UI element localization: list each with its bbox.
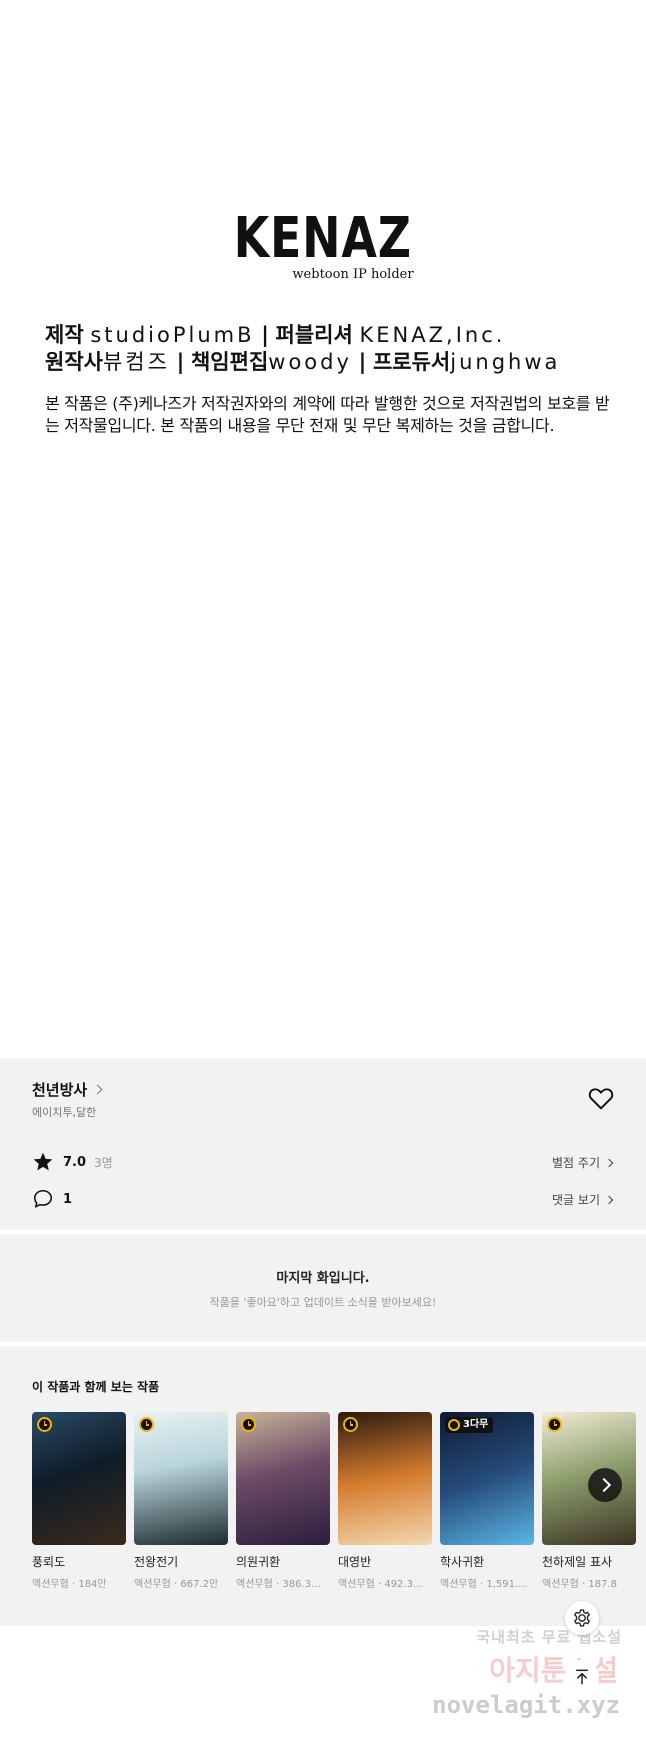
card-meta: 액션무협 · 386.3... [236, 1579, 321, 1590]
rating-row: 7.0 3명 [32, 1151, 113, 1173]
carousel-next-button[interactable] [588, 1468, 622, 1502]
clock-icon [37, 1417, 52, 1432]
credit-label-original: 원작사 [45, 350, 103, 374]
cover-image: 3다무 [440, 1412, 534, 1545]
gear-icon [574, 1609, 590, 1627]
credits-panel: KENAZ webtoon IP holder 제작 studioPlumB |… [0, 0, 646, 1058]
star-icon [33, 1152, 53, 1171]
last-episode-notice: 마지막 화입니다. 작품을 '좋아요'하고 업데이트 소식을 받아보세요! [0, 1234, 646, 1342]
clock-icon [241, 1417, 256, 1432]
rate-button-label: 별점 주기 [552, 1156, 600, 1170]
heart-icon[interactable] [588, 1086, 614, 1110]
credit-separator: | [358, 350, 367, 374]
clock-icon [139, 1417, 154, 1432]
series-title-link[interactable]: 천년방사 [32, 1079, 103, 1100]
clock-icon [448, 1419, 460, 1431]
card-meta: 액션무협 · 1,591.... [440, 1579, 528, 1590]
series-authors: 에이치투,달한 [32, 1106, 97, 1119]
cover-image [134, 1412, 228, 1545]
last-episode-title: 마지막 화입니다. [276, 1271, 370, 1286]
comment-count: 1 [63, 1191, 73, 1207]
card-title: 대영반 [338, 1555, 372, 1569]
clock-icon [547, 1417, 562, 1432]
scroll-to-top-button[interactable] [565, 1660, 599, 1694]
free-episodes-badge: 3다무 [445, 1417, 494, 1433]
series-title: 천년방사 [32, 1081, 88, 1099]
credit-value-production: studioPlumB [90, 323, 255, 347]
credit-separator: | [261, 323, 269, 347]
card-title: 전왕전기 [134, 1555, 179, 1569]
recommendation-card[interactable]: 3다무 학사귀환 액션무협 · 1,591.... [440, 1412, 534, 1590]
card-meta: 액션무협 · 187.8 [542, 1579, 617, 1590]
recommendations-section: 이 작품과 함께 보는 작품 풍뢰도 액션무협 · 184만 전왕전기 액션무협… [0, 1346, 646, 1626]
clock-icon [343, 1417, 358, 1432]
kenaz-logo: KENAZ webtoon IP holder [0, 206, 646, 282]
card-title: 풍뢰도 [32, 1555, 66, 1569]
cover-image [236, 1412, 330, 1545]
rating-count: 3명 [94, 1155, 113, 1170]
watermark-line-2: 아지툰소설 [489, 1654, 618, 1687]
credit-value-producer: junghwa [450, 350, 561, 374]
rate-button[interactable]: 별점 주기 [552, 1154, 614, 1171]
chevron-right-icon [604, 1195, 614, 1204]
card-meta: 액션무협 · 184만 [32, 1579, 107, 1590]
recommendations-heading: 이 작품과 함께 보는 작품 [32, 1380, 160, 1394]
comments-button-label: 댓글 보기 [552, 1193, 600, 1207]
credit-label-producer: 프로듀서 [372, 350, 451, 374]
comment-row: 1 [32, 1188, 72, 1210]
watermark-line-1: 국내최초 무료 웹소설 [476, 1628, 622, 1646]
credit-value-publisher: KENAZ,Inc. [359, 323, 506, 347]
free-episodes-label: 3다무 [463, 1419, 489, 1430]
credit-label-production: 제작 [45, 323, 84, 347]
rating-value: 7.0 [63, 1154, 87, 1170]
cover-image [32, 1412, 126, 1545]
credit-value-original: 뷰컴즈 [102, 350, 170, 374]
chevron-right-icon [92, 1084, 103, 1095]
copyright-notice: 본 작품은 (주)케나즈가 저작권자와의 계약에 따라 발행한 것으로 저작권법… [45, 394, 610, 435]
logo-wordmark: KENAZ [233, 206, 413, 271]
recommendation-card[interactable]: 천하제일 표사 액션무협 · 187.8 [542, 1412, 636, 1590]
recommendation-card[interactable]: 대영반 액션무협 · 492.3... [338, 1412, 432, 1590]
card-meta: 액션무협 · 667.2만 [134, 1579, 219, 1590]
recommendation-card[interactable]: 풍뢰도 액션무협 · 184만 [32, 1412, 126, 1590]
card-meta: 액션무협 · 492.3... [338, 1579, 423, 1590]
recommendation-card[interactable]: 의원귀환 액션무협 · 386.3... [236, 1412, 330, 1590]
comments-button[interactable]: 댓글 보기 [552, 1191, 614, 1208]
comment-icon [33, 1189, 53, 1208]
settings-button[interactable] [565, 1601, 599, 1635]
card-title: 의원귀환 [236, 1555, 281, 1569]
site-watermark: 국내최초 무료 웹소설 아지툰소설 novelagit.xyz [430, 1626, 646, 1719]
credit-line-2: 원작사뷰컴즈 | 책임편집woody | 프로듀서junghwa [45, 348, 615, 376]
arrow-up-icon [576, 1669, 588, 1685]
credit-value-editor: woody [268, 350, 352, 374]
last-episode-subtitle: 작품을 '좋아요'하고 업데이트 소식을 받아보세요! [209, 1296, 437, 1309]
watermark-line-3: novelagit.xyz [432, 1691, 620, 1719]
series-info-panel: 천년방사 에이치투,달한 7.0 3명 별점 주기 1 댓글 보기 [0, 1058, 646, 1230]
chevron-right-icon [604, 1158, 614, 1167]
recommendation-card[interactable]: 전왕전기 액션무협 · 667.2만 [134, 1412, 228, 1590]
cover-image [338, 1412, 432, 1545]
card-title: 학사귀환 [440, 1555, 485, 1569]
recommendation-carousel: 풍뢰도 액션무협 · 184만 전왕전기 액션무협 · 667.2만 의원귀환 … [32, 1412, 636, 1590]
credit-label-publisher: 퍼블리셔 [275, 323, 353, 347]
credit-separator: | [176, 350, 185, 374]
credit-line-1: 제작 studioPlumB | 퍼블리셔 KENAZ,Inc. [45, 321, 615, 349]
card-title: 천하제일 표사 [542, 1555, 613, 1569]
credit-label-editor: 책임편집 [190, 350, 269, 374]
